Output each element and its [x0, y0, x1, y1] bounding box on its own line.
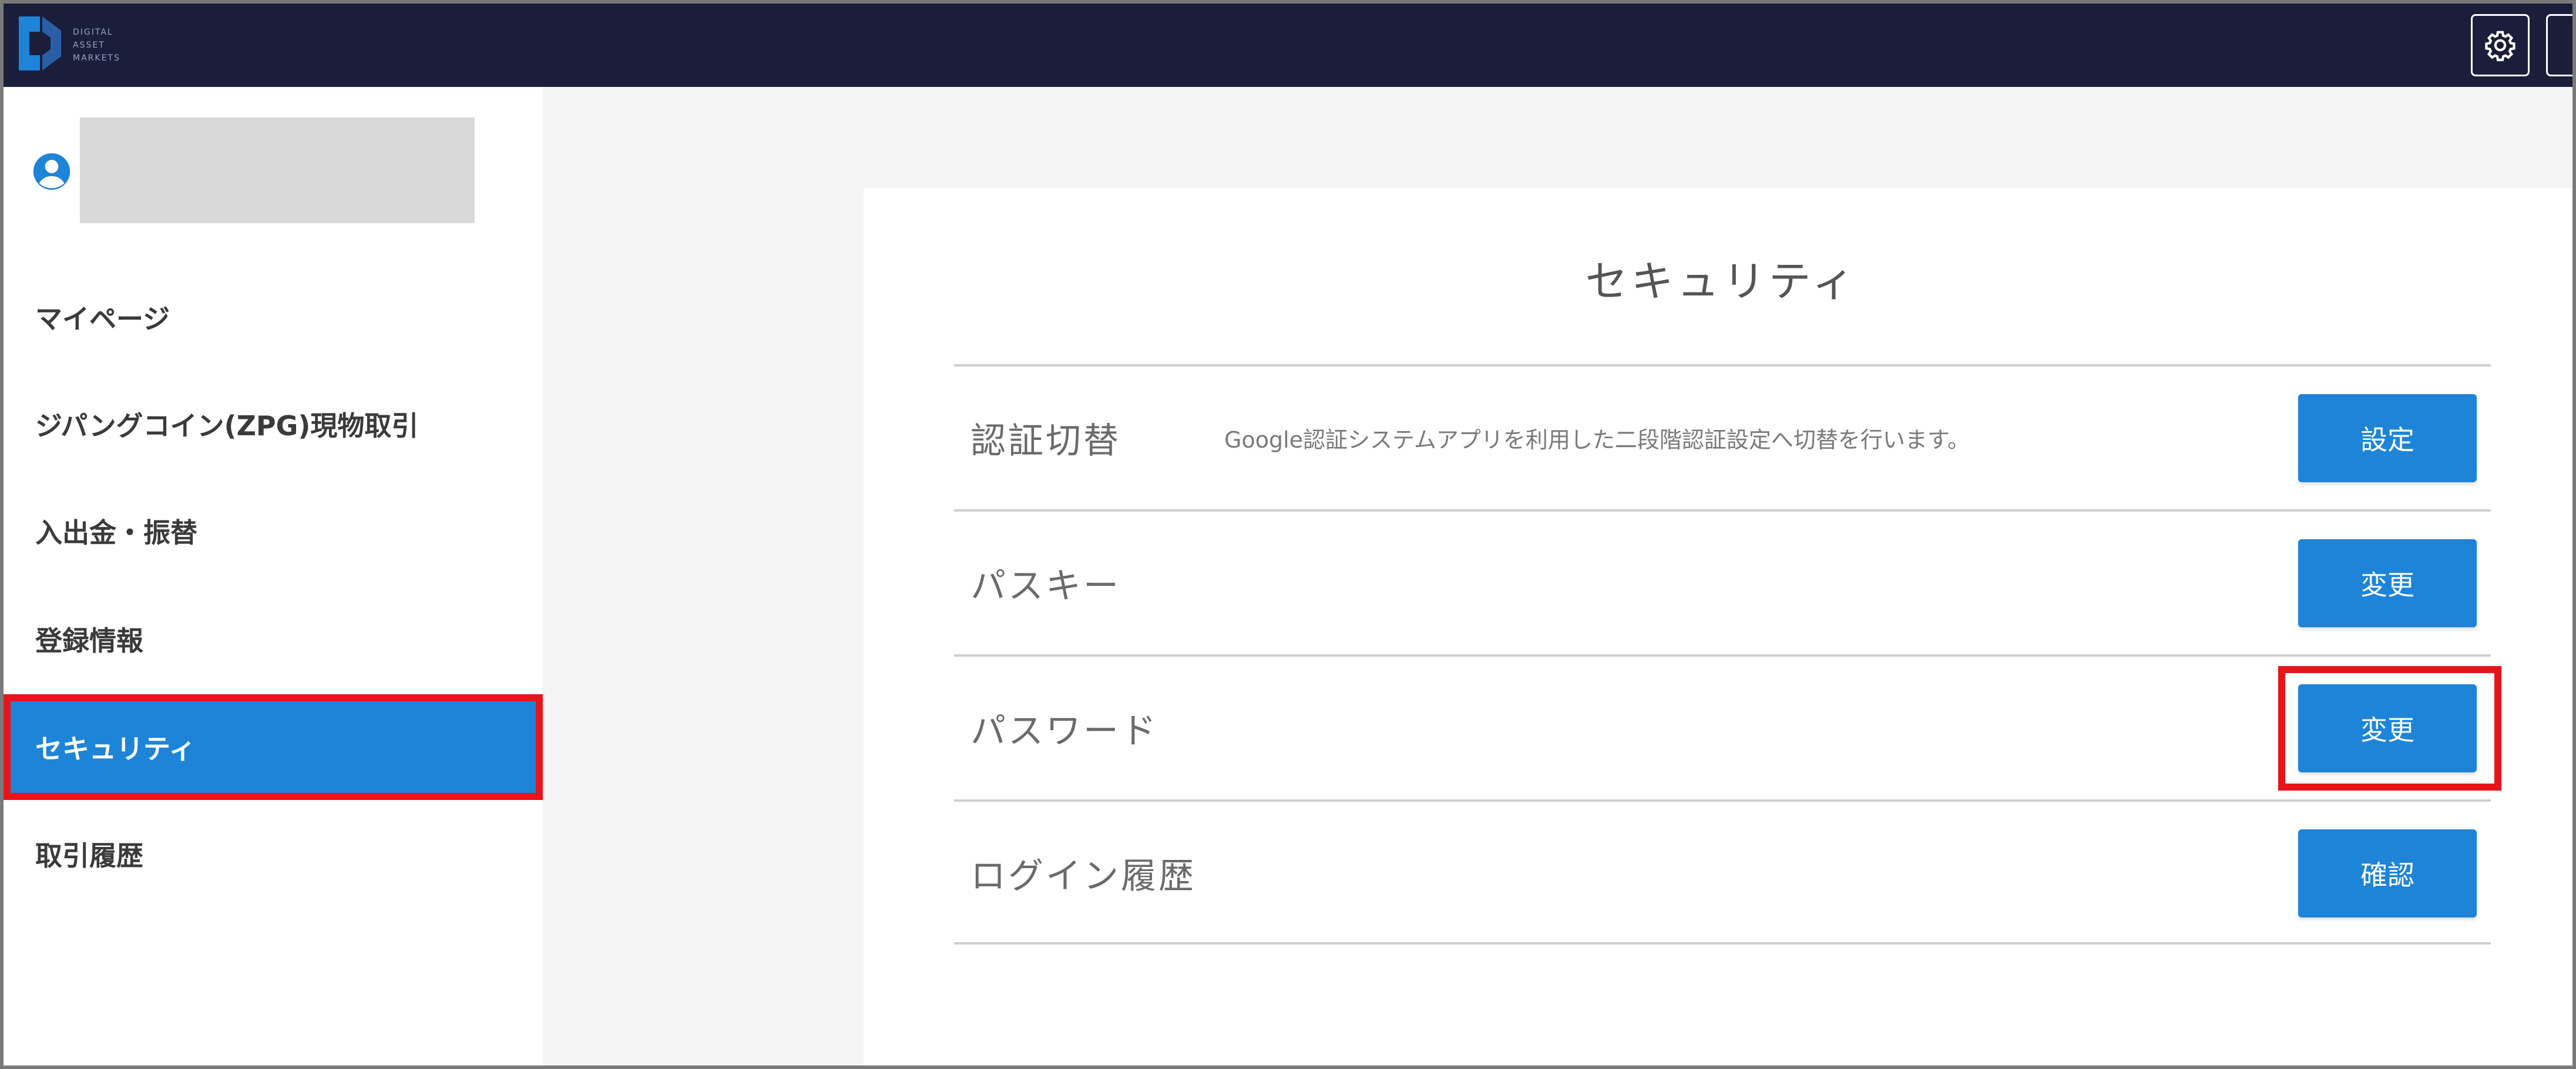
logo-mark-icon: [19, 16, 61, 70]
security-card: セキュリティ 認証切替 Google認証システムアプリを利用した二段階認証設定へ…: [864, 188, 2572, 1065]
security-row-passkey: パスキー 変更: [954, 509, 2491, 654]
sidebar-item-registration-info[interactable]: 登録情報: [4, 587, 543, 691]
sidebar-item-label: セキュリティ: [35, 733, 196, 765]
user-name-redacted: [80, 117, 475, 223]
top-header: DIGITAL ASSET MARKETS: [4, 4, 2572, 87]
settings-button[interactable]: [2471, 14, 2530, 76]
security-row-password: パスワード 変更: [954, 654, 2501, 799]
highlight-frame: [2278, 666, 2501, 791]
user-icon: [33, 153, 70, 190]
sidebar-item-label: ジパングコイン(ZPG)現物取引: [35, 410, 419, 442]
logo-line-2: ASSET: [73, 41, 105, 50]
logo-text: DIGITAL ASSET MARKETS: [73, 26, 149, 65]
page-title: セキュリティ: [1585, 257, 1858, 306]
header-edge-button[interactable]: [2546, 14, 2572, 76]
logo[interactable]: DIGITAL ASSET MARKETS: [16, 14, 146, 75]
sidebar-item-label: 登録情報: [35, 625, 143, 657]
row-description: Google認証システムアプリを利用した二段階認証設定へ切替を行います。: [1224, 427, 1970, 453]
row-label: パスワード: [970, 711, 1158, 752]
row-label: 認証切替: [970, 421, 1121, 462]
security-row-auth-switch: 認証切替 Google認証システムアプリを利用した二段階認証設定へ切替を行います…: [954, 364, 2491, 509]
security-row-login-history: ログイン履歴 確認: [954, 799, 2491, 944]
app-frame: DIGITAL ASSET MARKETS マイページ ジパングコイン(ZPG)…: [0, 0, 2576, 1069]
logo-line-3: MARKETS: [73, 53, 120, 63]
sidebar-item-mypage[interactable]: マイページ: [4, 265, 543, 369]
sidebar-item-label: 入出金・振替: [35, 517, 197, 549]
gear-icon: [2485, 31, 2515, 62]
sidebar-item-label: マイページ: [35, 303, 170, 335]
sidebar-item-deposit-withdraw[interactable]: 入出金・振替: [4, 479, 543, 583]
row-label: パスキー: [970, 566, 1121, 607]
row-label: ログイン履歴: [970, 856, 1196, 897]
sidebar-item-zpg-trading[interactable]: ジパングコイン(ZPG)現物取引: [4, 372, 543, 476]
logo-line-1: DIGITAL: [73, 28, 113, 37]
user-info: [32, 117, 502, 223]
sidebar-item-security[interactable]: セキュリティ: [4, 694, 543, 800]
passkey-change-button[interactable]: 変更: [2298, 539, 2477, 627]
auth-settings-button[interactable]: 設定: [2298, 394, 2477, 482]
sidebar-item-label: 取引履歴: [35, 840, 143, 872]
sidebar-item-trade-history[interactable]: 取引履歴: [4, 802, 543, 906]
login-history-confirm-button[interactable]: 確認: [2298, 829, 2477, 917]
sidebar: マイページ ジパングコイン(ZPG)現物取引 入出金・振替 登録情報 セキュリテ…: [4, 87, 543, 1065]
